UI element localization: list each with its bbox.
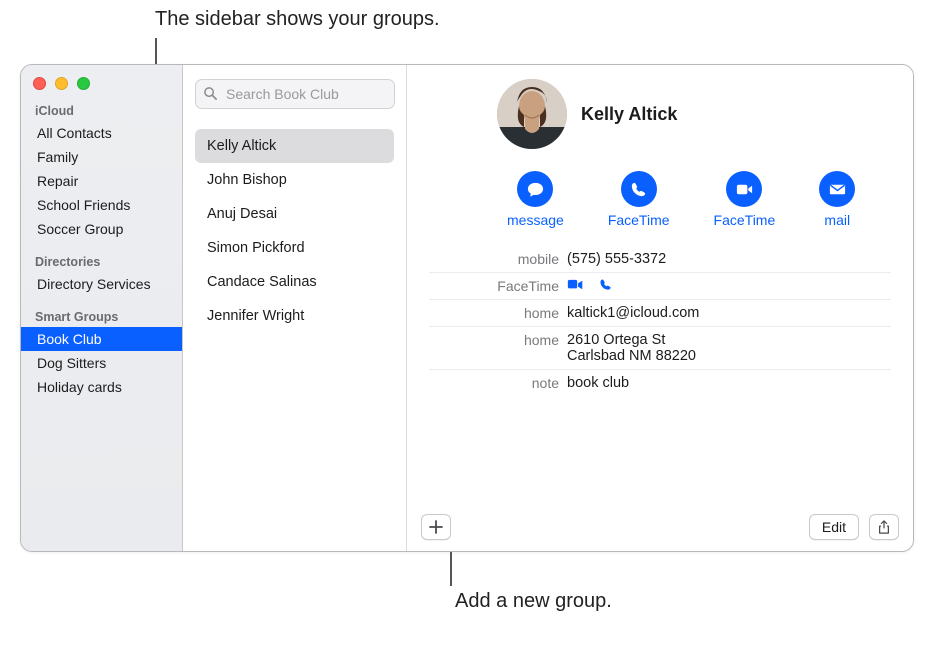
edit-button[interactable]: Edit	[809, 514, 859, 540]
video-icon[interactable]	[567, 278, 584, 292]
contact-name: Kelly Altick	[581, 104, 677, 125]
search-field-wrapper	[195, 79, 395, 109]
search-icon	[203, 86, 218, 101]
sidebar-item[interactable]: Soccer Group	[21, 217, 182, 241]
action-mail[interactable]: mail	[819, 171, 855, 228]
message-icon	[517, 171, 553, 207]
list-item[interactable]: Candace Salinas	[195, 265, 394, 299]
field-label: FaceTime	[429, 278, 559, 294]
field-row: home kaltick1@icloud.com	[429, 299, 891, 326]
list-item[interactable]: Anuj Desai	[195, 197, 394, 231]
search-input[interactable]	[195, 79, 395, 109]
add-button[interactable]	[421, 514, 451, 540]
field-label: home	[429, 305, 559, 321]
sidebar-item[interactable]: Directory Services	[21, 272, 182, 296]
avatar	[497, 79, 567, 149]
sidebar-item[interactable]: Family	[21, 145, 182, 169]
field-value	[567, 278, 891, 292]
list-item[interactable]: Simon Pickford	[195, 231, 394, 265]
list-item[interactable]: Kelly Altick	[195, 129, 394, 163]
video-icon	[726, 171, 762, 207]
sidebar-section-header: iCloud	[21, 100, 182, 121]
sidebar: iCloudAll ContactsFamilyRepairSchool Fri…	[21, 65, 183, 551]
contact-list: Kelly AltickJohn BishopAnuj DesaiSimon P…	[195, 129, 394, 333]
contact-fields: mobile (575) 555-3372 FaceTime home kaltick1…	[429, 246, 891, 396]
field-row: home 2610 Ortega StCarlsbad NM 88220	[429, 326, 891, 369]
contacts-window: iCloudAll ContactsFamilyRepairSchool Fri…	[20, 64, 914, 552]
action-label: FaceTime	[714, 212, 776, 228]
field-row: note book club	[429, 369, 891, 396]
field-label: mobile	[429, 251, 559, 267]
list-item[interactable]: John Bishop	[195, 163, 394, 197]
action-FaceTime[interactable]: FaceTime	[608, 171, 670, 228]
list-item[interactable]: Jennifer Wright	[195, 299, 394, 333]
callout-line-bottom	[450, 552, 452, 586]
phone-icon	[621, 171, 657, 207]
zoom-window-button[interactable]	[77, 77, 90, 90]
action-label: FaceTime	[608, 212, 670, 228]
sidebar-item[interactable]: Holiday cards	[21, 375, 182, 399]
field-value: 2610 Ortega StCarlsbad NM 88220	[567, 332, 891, 364]
window-controls	[21, 71, 182, 100]
close-window-button[interactable]	[33, 77, 46, 90]
callout-bottom: Add a new group.	[455, 590, 612, 613]
field-row: mobile (575) 555-3372	[429, 246, 891, 272]
contact-header: Kelly Altick	[429, 79, 891, 149]
field-label: note	[429, 375, 559, 391]
field-value: (575) 555-3372	[567, 251, 891, 267]
field-label: home	[429, 332, 559, 348]
sidebar-item[interactable]: All Contacts	[21, 121, 182, 145]
sidebar-item[interactable]: Book Club	[21, 327, 182, 351]
sidebar-item[interactable]: Repair	[21, 169, 182, 193]
sidebar-section-header: Smart Groups	[21, 306, 182, 327]
action-label: message	[507, 212, 564, 228]
action-row: message FaceTime FaceTime mail	[507, 171, 891, 228]
bottom-toolbar: Edit	[407, 503, 913, 551]
plus-icon	[429, 520, 443, 534]
mail-icon	[819, 171, 855, 207]
field-value: kaltick1@icloud.com	[567, 305, 891, 321]
minimize-window-button[interactable]	[55, 77, 68, 90]
callout-top: The sidebar shows your groups.	[155, 8, 440, 31]
action-message[interactable]: message	[507, 171, 564, 228]
phone-icon[interactable]	[597, 278, 614, 292]
share-button[interactable]	[869, 514, 899, 540]
sidebar-section-header: Directories	[21, 251, 182, 272]
action-FaceTime[interactable]: FaceTime	[714, 171, 776, 228]
sidebar-item[interactable]: Dog Sitters	[21, 351, 182, 375]
share-icon	[877, 520, 891, 534]
field-row: FaceTime	[429, 272, 891, 299]
field-value: book club	[567, 375, 891, 391]
contact-detail-pane: Kelly Altick message FaceTime FaceTime mail…	[407, 65, 913, 551]
action-label: mail	[824, 212, 850, 228]
sidebar-item[interactable]: School Friends	[21, 193, 182, 217]
contact-list-pane: Kelly AltickJohn BishopAnuj DesaiSimon P…	[183, 65, 407, 551]
